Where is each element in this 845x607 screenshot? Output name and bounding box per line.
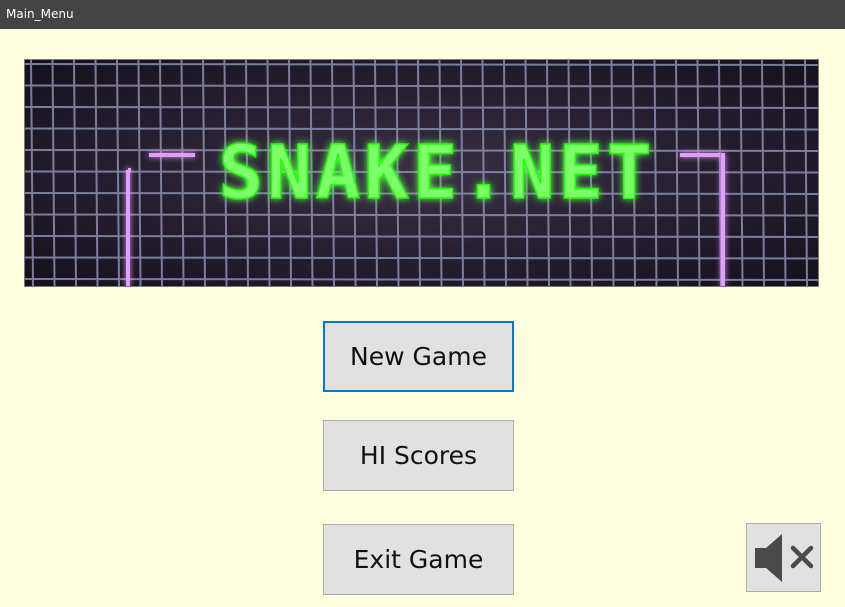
window-title: Main_Menu: [6, 7, 74, 21]
exit-game-button[interactable]: Exit Game: [323, 524, 514, 595]
window-titlebar: Main_Menu: [0, 0, 845, 29]
hi-scores-button[interactable]: HI Scores: [323, 420, 514, 491]
game-banner-image: SNAKE.NET: [24, 59, 819, 287]
new-game-button[interactable]: New Game: [323, 321, 514, 392]
main-menu-form: SNAKE.NET New Game HI Scores Exit Game: [0, 29, 845, 607]
sound-toggle-button[interactable]: [746, 523, 821, 592]
banner-logo-text: SNAKE.NET: [219, 130, 656, 216]
speaker-muted-icon: [755, 534, 814, 582]
